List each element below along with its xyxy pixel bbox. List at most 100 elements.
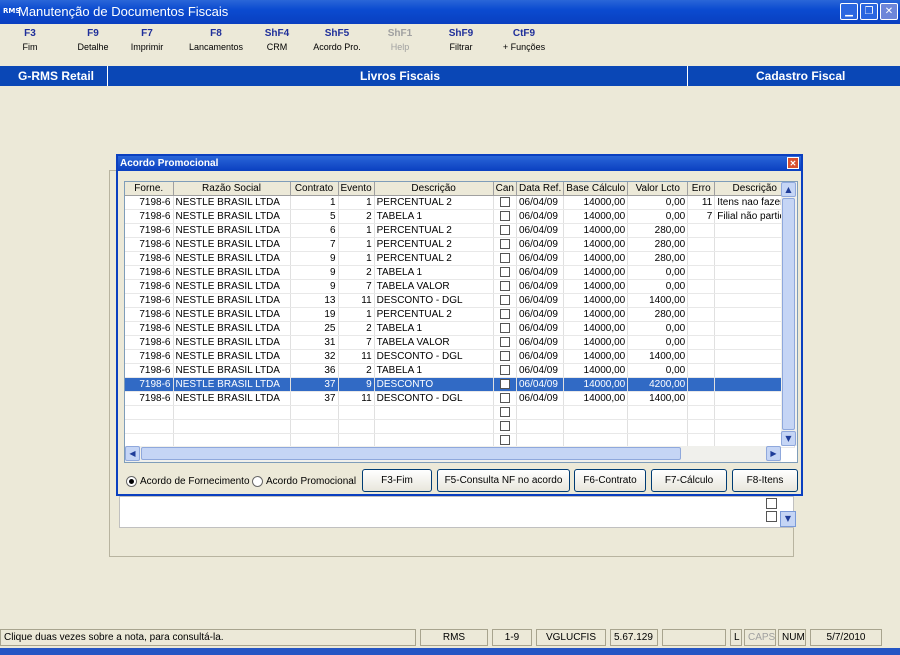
- column-header[interactable]: Valor Lcto: [627, 182, 689, 196]
- table-cell: PERCENTUAL 2: [374, 251, 494, 266]
- f5-consulta-nf-button[interactable]: F5-Consulta NF no acordo: [437, 469, 570, 492]
- table-cell: [125, 405, 174, 420]
- minimize-button[interactable]: ▁: [840, 3, 858, 20]
- table-cell: [627, 419, 689, 434]
- table-cell: 7198-6: [125, 349, 174, 364]
- can-checkbox[interactable]: [499, 267, 510, 278]
- table-cell: NESTLE BRASIL LTDA: [173, 377, 291, 392]
- can-checkbox[interactable]: [499, 337, 510, 348]
- fkey-ctf9[interactable]: CtF9 + Funções: [489, 28, 559, 52]
- column-header[interactable]: Forne.: [125, 182, 174, 196]
- can-checkbox[interactable]: [499, 365, 510, 376]
- can-checkbox[interactable]: [499, 281, 510, 292]
- radio-acordo-fornecimento[interactable]: Acordo de Fornecimento: [126, 476, 250, 487]
- background-checkbox[interactable]: [766, 498, 777, 509]
- table-row[interactable]: 7198-6 NESTLE BRASIL LTDA 37 9 DESCONTO 06/04…: [125, 377, 796, 392]
- table-cell: 6: [290, 223, 339, 238]
- column-header[interactable]: Data Ref.: [516, 182, 565, 196]
- table-cell: 14000,00: [563, 391, 629, 406]
- table-row[interactable]: 7198-6 NESTLE BRASIL LTDA 25 2 TABELA 1 06/04…: [125, 321, 796, 336]
- status-bar: Clique duas vezes sobre a nota, para con…: [0, 628, 900, 648]
- chevron-up-icon[interactable]: ▲: [781, 182, 796, 197]
- can-checkbox[interactable]: [499, 253, 510, 264]
- table-row[interactable]: 7198-6 NESTLE BRASIL LTDA 31 7 TABELA VALOR 0…: [125, 335, 796, 350]
- fkey-f8[interactable]: F8 Lancamentos: [181, 28, 251, 52]
- column-header[interactable]: Descrição: [374, 182, 494, 196]
- table-cell: [338, 405, 375, 420]
- table-row[interactable]: 7198-6 NESTLE BRASIL LTDA 1 1 PERCENTUAL 2 06…: [125, 195, 796, 210]
- can-checkbox[interactable]: [499, 295, 510, 306]
- column-header[interactable]: Contrato: [290, 182, 339, 196]
- radio-dot[interactable]: [126, 476, 137, 487]
- fkey-shf5[interactable]: ShF5 Acordo Pro.: [302, 28, 372, 52]
- acordo-grid: Forne. Razão Social Contrato Evento Descriçã…: [124, 181, 798, 463]
- radio-acordo-promocional[interactable]: Acordo Promocional: [252, 476, 356, 487]
- table-row[interactable]: 7198-6 NESTLE BRASIL LTDA 37 11 DESCONTO - D…: [125, 391, 796, 406]
- scroll-thumb[interactable]: [141, 447, 681, 460]
- can-cell: [493, 251, 518, 266]
- can-cell: [493, 293, 518, 308]
- fkey-shf9[interactable]: ShF9 Filtrar: [426, 28, 496, 52]
- table-cell: 06/04/09: [516, 363, 565, 378]
- can-checkbox[interactable]: [499, 211, 510, 222]
- table-row[interactable]: 7198-6 NESTLE BRASIL LTDA 9 7 TABELA VALOR 06…: [125, 279, 796, 294]
- chevron-down-icon[interactable]: ▼: [780, 511, 796, 527]
- can-cell: [493, 307, 518, 322]
- table-cell: [563, 419, 629, 434]
- column-header[interactable]: Erro: [687, 182, 716, 196]
- empty-row[interactable]: [125, 405, 796, 420]
- table-cell: 7198-6: [125, 265, 174, 280]
- can-checkbox[interactable]: [499, 435, 510, 446]
- dialog-close-button[interactable]: ✕: [787, 157, 799, 169]
- column-header[interactable]: Evento: [338, 182, 375, 196]
- fkey-f3[interactable]: F3 Fim: [0, 28, 65, 52]
- scroll-thumb[interactable]: [782, 198, 795, 430]
- can-checkbox[interactable]: [499, 407, 510, 418]
- can-checkbox[interactable]: [499, 239, 510, 250]
- f7-calculo-button[interactable]: F7-Cálculo: [651, 469, 727, 492]
- column-header[interactable]: Can: [493, 182, 518, 196]
- can-checkbox[interactable]: [499, 225, 510, 236]
- can-checkbox[interactable]: [499, 323, 510, 334]
- fkey-label: Acordo Pro.: [313, 42, 361, 52]
- can-checkbox[interactable]: [499, 309, 510, 320]
- can-checkbox[interactable]: [499, 421, 510, 432]
- header-right: Cadastro Fiscal: [756, 69, 846, 83]
- taskbar: [0, 648, 900, 655]
- f3-fim-button[interactable]: F3-Fim: [362, 469, 432, 492]
- table-row[interactable]: 7198-6 NESTLE BRASIL LTDA 13 11 DESCONTO - D…: [125, 293, 796, 308]
- f8-itens-button[interactable]: F8-Itens: [732, 469, 798, 492]
- vertical-scrollbar[interactable]: ▲ ▼: [781, 182, 797, 446]
- background-checkbox[interactable]: [766, 511, 777, 522]
- chevron-down-icon[interactable]: ▼: [781, 431, 796, 446]
- restore-button[interactable]: ❐: [860, 3, 878, 20]
- empty-row[interactable]: [125, 419, 796, 434]
- table-cell: 0,00: [627, 279, 689, 294]
- table-cell: TABELA 1: [374, 265, 494, 280]
- column-header[interactable]: Razão Social: [173, 182, 291, 196]
- table-row[interactable]: 7198-6 NESTLE BRASIL LTDA 9 2 TABELA 1 06/04/…: [125, 265, 796, 280]
- horizontal-scrollbar[interactable]: ◀ ▶: [125, 446, 781, 462]
- can-checkbox[interactable]: [499, 351, 510, 362]
- function-key-toolbar: F3 Fim F9 Detalhe F7 Imprimir F8 Lancamentos ShF…: [0, 24, 900, 66]
- chevron-right-icon[interactable]: ▶: [766, 446, 781, 461]
- table-row[interactable]: 7198-6 NESTLE BRASIL LTDA 32 11 DESCONTO - D…: [125, 349, 796, 364]
- table-row[interactable]: 7198-6 NESTLE BRASIL LTDA 7 1 PERCENTUAL 2 06…: [125, 237, 796, 252]
- table-row[interactable]: 7198-6 NESTLE BRASIL LTDA 36 2 TABELA 1 06/04…: [125, 363, 796, 378]
- fkey-f7[interactable]: F7 Imprimir: [112, 28, 182, 52]
- table-cell: 280,00: [627, 307, 689, 322]
- table-row[interactable]: 7198-6 NESTLE BRASIL LTDA 6 1 PERCENTUAL 2 06…: [125, 223, 796, 238]
- radio-dot[interactable]: [252, 476, 263, 487]
- table-cell: 0,00: [627, 209, 689, 224]
- can-checkbox[interactable]: [499, 379, 510, 390]
- table-row[interactable]: 7198-6 NESTLE BRASIL LTDA 9 1 PERCENTUAL 2 06…: [125, 251, 796, 266]
- f6-contrato-button[interactable]: F6-Contrato: [574, 469, 646, 492]
- close-window-button[interactable]: ✕: [880, 3, 898, 20]
- chevron-left-icon[interactable]: ◀: [125, 446, 140, 461]
- can-checkbox[interactable]: [499, 197, 510, 208]
- can-checkbox[interactable]: [499, 393, 510, 404]
- column-header[interactable]: Base Cálculo: [563, 182, 629, 196]
- table-row[interactable]: 7198-6 NESTLE BRASIL LTDA 19 1 PERCENTUAL 2 0…: [125, 307, 796, 322]
- table-row[interactable]: 7198-6 NESTLE BRASIL LTDA 5 2 TABELA 1 06/04/…: [125, 209, 796, 224]
- fkey-shortcut: F8: [210, 28, 222, 39]
